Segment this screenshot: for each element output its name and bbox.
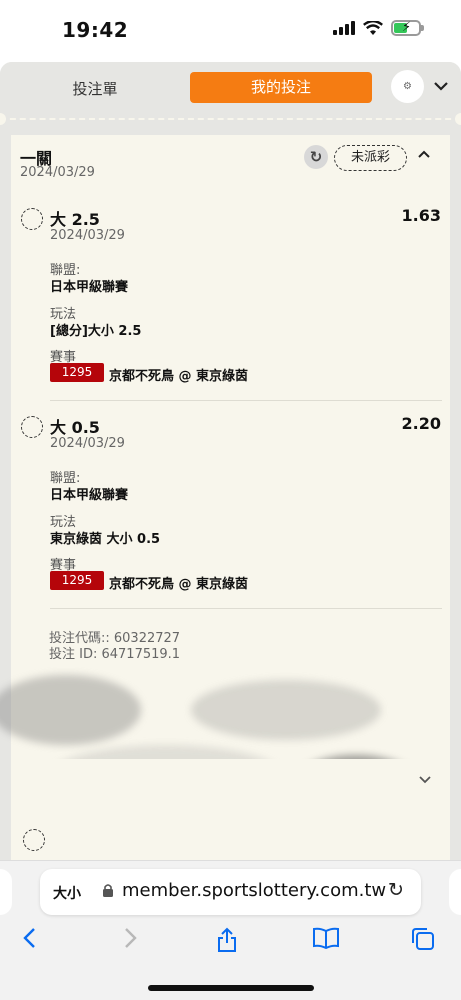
bet-id: 投注 ID: 64717519.1: [49, 647, 181, 662]
refresh-icon: ↻: [309, 148, 323, 166]
ticket-divider: [0, 118, 461, 120]
bet-select-radio[interactable]: [21, 416, 43, 438]
url-text[interactable]: member.sportslottery.com.tw: [122, 880, 386, 901]
bet-date: 2024/03/29: [50, 228, 125, 243]
nav-toolbar: [0, 923, 461, 963]
settings-button[interactable]: ⚙: [391, 70, 424, 103]
event-id-badge: 1295: [50, 571, 104, 590]
bet-date: 2024/03/29: [50, 436, 125, 451]
bet-card-collapsed: [11, 759, 450, 860]
bet-tabs: 投注單 我的投注 ⚙: [0, 62, 461, 114]
chevron-up-icon[interactable]: [418, 147, 430, 163]
text-size-button[interactable]: 大小: [53, 883, 81, 903]
home-indicator[interactable]: [148, 985, 314, 991]
event-id-badge: 1295: [50, 363, 104, 382]
card-date: 2024/03/29: [20, 165, 95, 180]
event-match: 京都不死鳥 @ 東京綠茵: [109, 577, 249, 592]
cellular-signal-icon: [333, 21, 355, 35]
previous-tab-peek[interactable]: [0, 869, 12, 915]
web-page: 投注單 我的投注 ⚙ 一關 2024/03/29 ↻ 未派彩 大 2.5 1.6…: [0, 62, 461, 860]
status-icons: ⚡: [333, 20, 424, 36]
bet-selection: 大 2.5: [50, 210, 100, 229]
share-icon[interactable]: [216, 927, 238, 959]
bet-select-radio[interactable]: [21, 208, 43, 230]
back-icon[interactable]: [22, 927, 36, 955]
status-bar: 19:42 ⚡: [0, 0, 461, 62]
league-value: 日本甲級聯賽: [50, 488, 129, 503]
wifi-icon: [363, 20, 383, 35]
market-value: [總分]大小 2.5: [50, 324, 142, 339]
ticket-notch-left: [0, 113, 6, 125]
settings-icon: ⚙: [403, 81, 412, 92]
chevron-down-icon[interactable]: [434, 75, 448, 96]
tabs-icon[interactable]: [411, 927, 435, 957]
bet-odds: 1.63: [401, 206, 441, 225]
battery-icon: ⚡: [391, 20, 424, 36]
market-value: 東京綠茵 大小 0.5: [50, 532, 161, 547]
bet-odds: 2.20: [401, 414, 441, 433]
lock-icon: [102, 883, 114, 901]
tab-bet-slip[interactable]: 投注單: [50, 78, 140, 99]
redaction-smudge: [0, 675, 141, 745]
bet-selection: 大 0.5: [50, 418, 100, 437]
status-badge: 未派彩: [334, 145, 407, 171]
bet-select-radio[interactable]: [23, 829, 45, 851]
bet-card: 一關 2024/03/29 ↻ 未派彩 大 2.5 1.63 2024/03/2…: [0, 135, 450, 860]
bookmarks-icon[interactable]: [312, 927, 340, 955]
divider: [50, 608, 442, 609]
next-tab-peek[interactable]: [449, 869, 461, 915]
tab-my-bets[interactable]: 我的投注: [190, 72, 372, 103]
league-value: 日本甲級聯賽: [50, 280, 129, 295]
status-time: 19:42: [62, 18, 129, 42]
redaction-smudge: [191, 680, 381, 740]
address-bar[interactable]: 大小 member.sportslottery.com.tw ↻: [40, 869, 421, 915]
ticket-notch-right: [455, 113, 461, 125]
forward-icon[interactable]: [124, 927, 138, 955]
reload-icon[interactable]: ↻: [388, 879, 404, 901]
refresh-button[interactable]: ↻: [304, 145, 328, 169]
browser-toolbar: 大小 member.sportslottery.com.tw ↻: [0, 860, 461, 1000]
divider: [50, 400, 442, 401]
chevron-down-icon[interactable]: [419, 773, 431, 788]
event-match: 京都不死鳥 @ 東京綠茵: [109, 369, 249, 384]
